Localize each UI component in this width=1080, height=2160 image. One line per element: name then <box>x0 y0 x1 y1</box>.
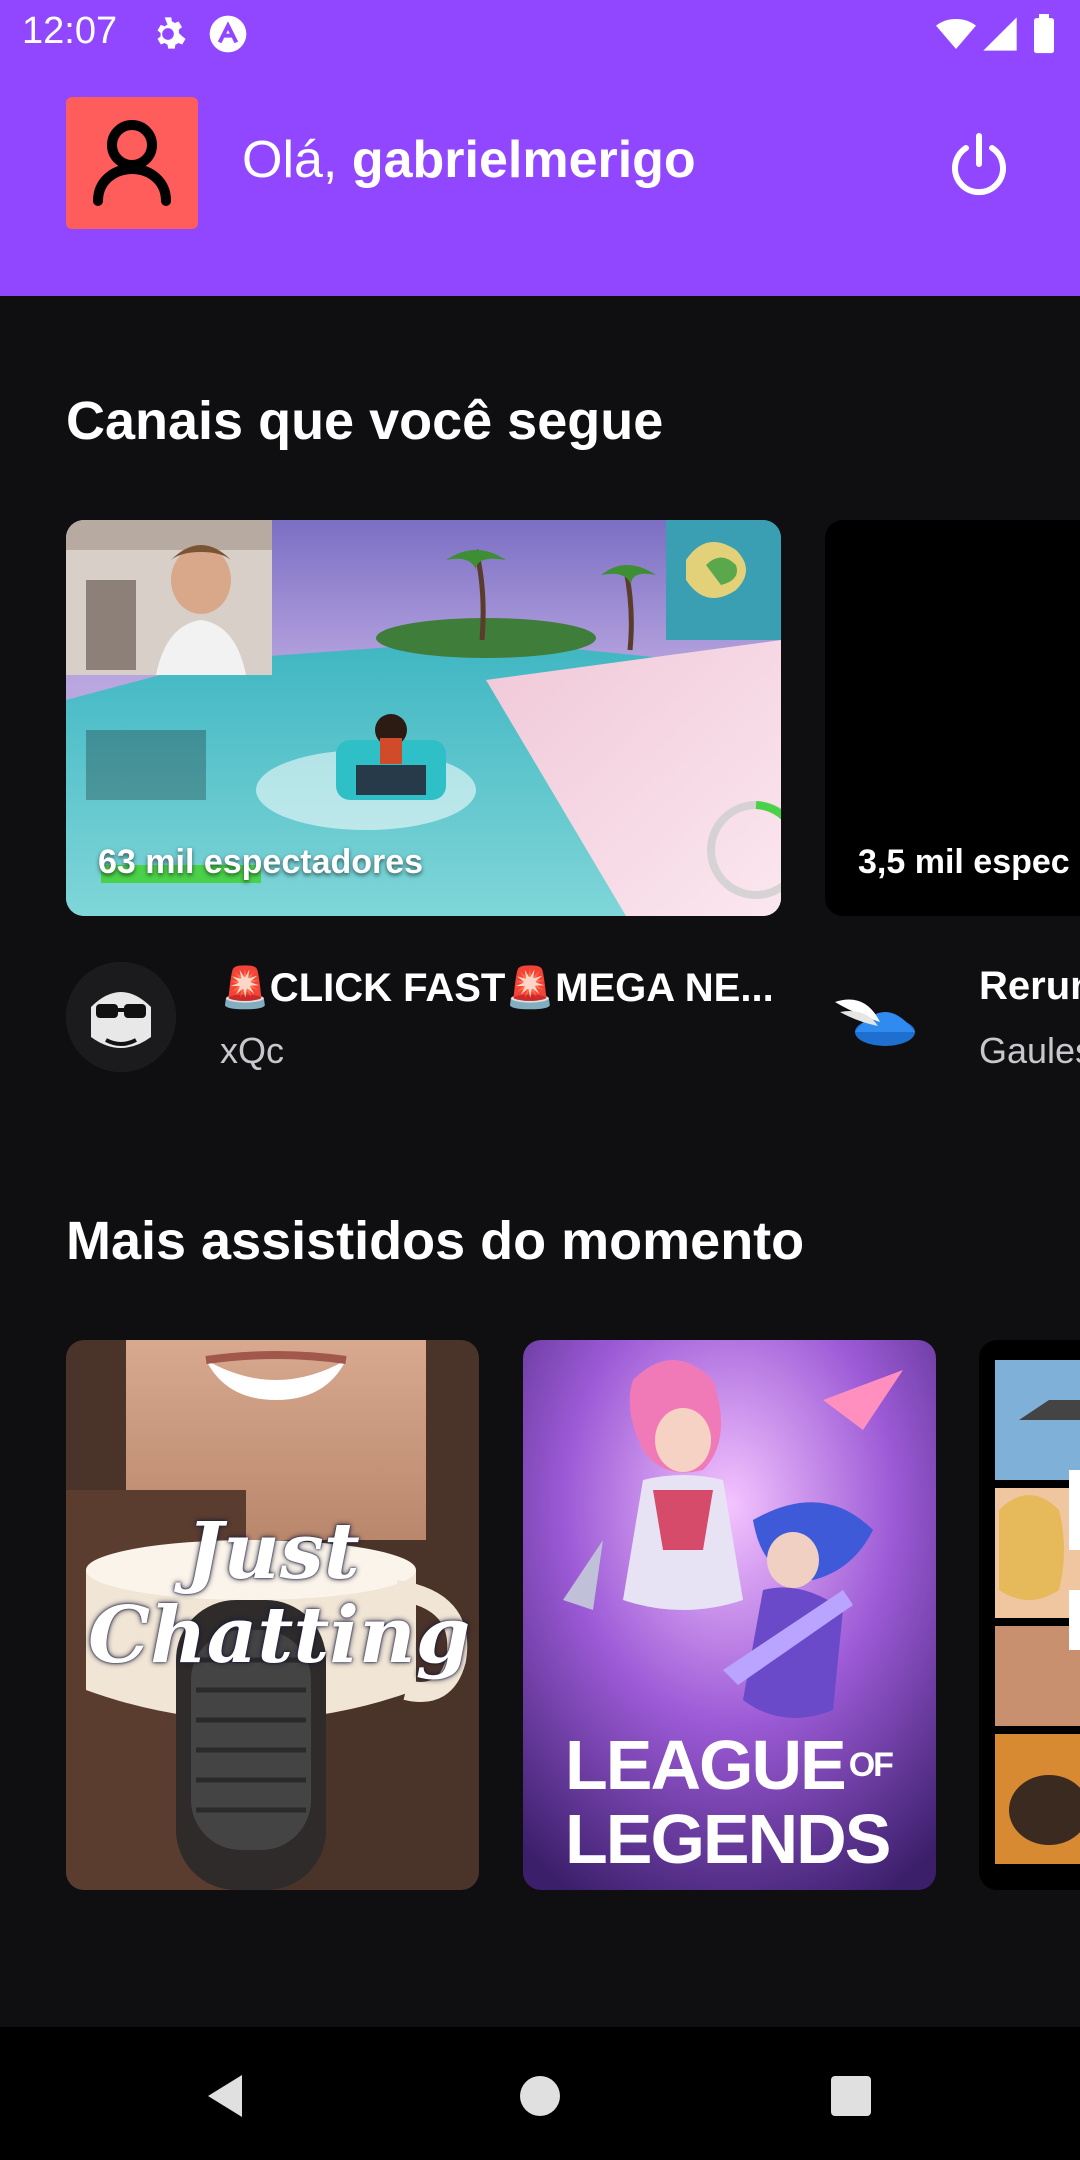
home-icon[interactable] <box>518 2074 562 2118</box>
category-logo-line1: Just <box>186 1506 360 1597</box>
channel-avatar[interactable] <box>66 962 176 1072</box>
greeting: Olá, gabrielmerigo <box>242 130 696 190</box>
user-icon <box>93 120 171 206</box>
stream-card[interactable]: 3,5 mil espec <box>825 520 1080 916</box>
category-card[interactable]: LEAGUE OF LEGENDS <box>523 1340 936 1890</box>
category-card[interactable]: Just Chatting <box>66 1340 479 1890</box>
power-icon[interactable] <box>944 128 1014 198</box>
back-icon[interactable] <box>200 2071 250 2121</box>
stream-title[interactable]: 🚨CLICK FAST🚨MEGA NE... <box>220 964 774 1011</box>
signal-icon <box>983 17 1017 51</box>
category-logo: Just Chatting <box>88 1506 471 1681</box>
top-categories-section-title: Mais assistidos do momento <box>66 1211 805 1271</box>
gorilla-icon <box>66 962 176 1072</box>
winged-helmet-icon <box>835 999 915 1046</box>
battery-icon <box>1034 14 1054 54</box>
navigation-bar <box>0 2027 1080 2160</box>
greeting-prefix: Olá, <box>242 131 352 189</box>
status-time: 12:07 <box>22 10 118 52</box>
channel-name[interactable]: xQc <box>220 1030 284 1072</box>
stream-title[interactable]: Rerun <box>979 964 1080 1009</box>
category-logo-line2: LEGENDS <box>565 1800 891 1878</box>
category-card[interactable] <box>979 1340 1080 1890</box>
app-header: Olá, gabrielmerigo <box>0 70 1080 296</box>
viewer-count: 3,5 mil espec <box>858 843 1070 881</box>
viewer-count: 63 mil espectadores <box>98 843 424 881</box>
wifi-icon <box>936 19 976 49</box>
status-bar: 12:07 <box>0 0 1080 70</box>
category-logo-line1: LEAGUE <box>565 1726 847 1804</box>
gear-icon <box>157 17 186 49</box>
channel-name[interactable]: Gaules <box>979 1030 1080 1072</box>
channel-avatar[interactable] <box>825 962 935 1072</box>
username: gabrielmerigo <box>351 131 696 189</box>
category-art <box>995 1360 1080 1864</box>
recents-icon[interactable] <box>829 2074 873 2118</box>
category-logo-line2: Chatting <box>88 1590 471 1681</box>
category-logo-of: OF <box>848 1746 894 1784</box>
stream-card[interactable]: 63 mil espectadores <box>66 520 781 916</box>
app-logo-icon <box>209 15 247 53</box>
followed-section-title: Canais que você segue <box>66 391 664 451</box>
category-logo: LEAGUE OF LEGENDS <box>565 1726 894 1878</box>
user-avatar[interactable] <box>66 97 198 229</box>
